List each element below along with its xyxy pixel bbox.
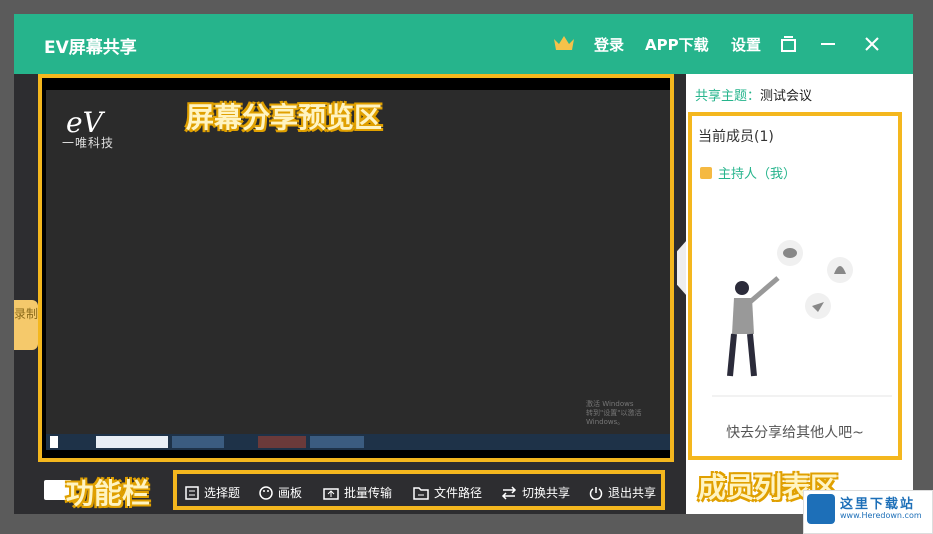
task-item (172, 436, 224, 448)
company-name: 一唯科技 (62, 136, 115, 150)
task-item (96, 436, 168, 448)
preview-area-annotation: 屏幕分享预览区 (186, 101, 383, 134)
task-item (310, 436, 364, 448)
site-name: 这里下载站 (840, 497, 916, 512)
batch-transfer-label: 批量传输 (344, 486, 393, 500)
folder-icon (413, 487, 429, 500)
members-title: 当前成员(1) (698, 129, 774, 145)
task-item (258, 436, 306, 448)
share-illustration (712, 240, 892, 397)
title-bar: EV屏幕共享 登录 APP下载 设置 (14, 14, 913, 74)
share-hint: 快去分享给其他人吧~ (726, 425, 864, 441)
member-item-host[interactable]: 主持人（我） (700, 163, 796, 182)
close-icon[interactable] (861, 33, 883, 55)
watermark-line2: 转到"设置"以激活 Windows。 (586, 409, 642, 426)
start-icon (50, 436, 58, 448)
exit-share-button[interactable]: 退出共享 (589, 484, 656, 501)
screen-preview-area: eV 一唯科技 屏幕分享预览区 激活 Windows 转到"设置"以激活 Win… (38, 74, 674, 462)
shared-screen: eV 一唯科技 屏幕分享预览区 激活 Windows 转到"设置"以激活 Win… (46, 90, 670, 450)
topic-label: 共享主题： (695, 89, 761, 104)
whiteboard-button[interactable]: 画板 (259, 484, 302, 501)
login-link[interactable]: 登录 (594, 34, 624, 55)
switch-share-label: 切换共享 (522, 486, 571, 500)
app-download-link[interactable]: APP下载 (645, 34, 709, 55)
quiz-label: 选择题 (204, 486, 241, 500)
quiz-button[interactable]: 选择题 (185, 484, 240, 501)
file-path-button[interactable]: 文件路径 (413, 484, 482, 501)
member-list-area: 当前成员(1) 主持人（我） 快去分享给其他人吧~ (688, 112, 902, 460)
presenter-icon (700, 167, 712, 179)
list-icon (185, 486, 199, 500)
upload-icon (323, 488, 339, 500)
batch-transfer-button[interactable]: 批量传输 (323, 484, 392, 501)
function-buttons: 选择题 画板 批量传输 文件路径 切换共享 退出共享 (173, 470, 665, 510)
site-url: www.Heredown.com (840, 511, 922, 520)
site-logo-icon (807, 494, 835, 524)
app-title: EV屏幕共享 (44, 38, 137, 58)
palette-icon (259, 486, 273, 500)
settings-link[interactable]: 设置 (731, 34, 761, 55)
switch-share-button[interactable]: 切换共享 (501, 484, 570, 501)
share-topic: 共享主题：测试会议 (695, 85, 812, 104)
right-panel: 共享主题：测试会议 当前成员(1) 主持人（我） 快去分享给其他人吧~ 成员列表… (686, 74, 913, 514)
exit-share-label: 退出共享 (608, 486, 657, 500)
switch-icon (501, 486, 517, 500)
whiteboard-label: 画板 (278, 486, 303, 500)
crown-icon[interactable] (552, 34, 576, 52)
watermark-line1: 激活 Windows (586, 400, 634, 408)
record-tab[interactable]: 录制 (14, 300, 38, 350)
site-watermark-badge: 这里下载站 www.Heredown.com (803, 490, 933, 534)
app-window: EV屏幕共享 登录 APP下载 设置 eV 一唯科技 屏幕分享预览区 激活 Wi… (14, 14, 913, 514)
function-bar: 功能栏 选择题 画板 批量传输 文件路径 切换共享 退出共享 (14, 466, 686, 514)
remote-taskbar (46, 434, 670, 450)
topic-value: 测试会议 (760, 89, 813, 104)
file-path-label: 文件路径 (434, 486, 483, 500)
host-label: 主持人（我） (718, 167, 797, 182)
function-bar-annotation: 功能栏 (66, 477, 151, 510)
power-icon (589, 487, 603, 500)
activation-watermark: 激活 Windows 转到"设置"以激活 Windows。 (586, 400, 670, 427)
minimize-icon[interactable] (817, 33, 839, 55)
restore-icon[interactable] (778, 33, 800, 55)
